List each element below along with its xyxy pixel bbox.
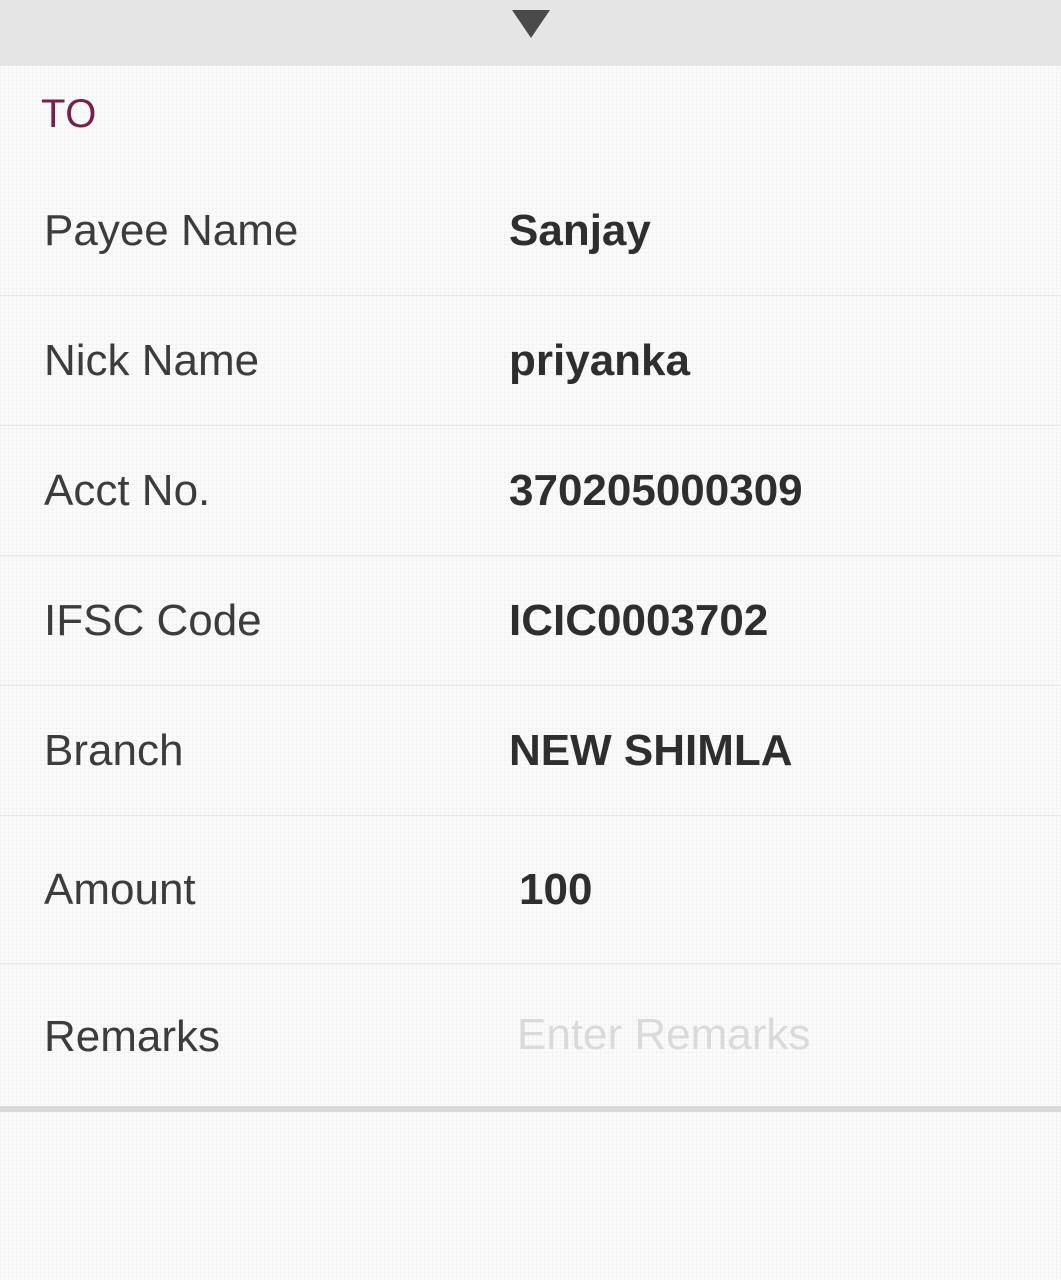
branch-row: Branch NEW SHIMLA [0,686,1061,816]
triangle-down-icon [512,10,550,38]
amount-value: 100 [519,865,593,914]
acct-no-label: Acct No. [44,466,211,515]
branch-label: Branch [44,726,184,775]
nick-name-value: priyanka [509,336,690,385]
remarks-label: Remarks [44,1012,221,1061]
nick-name-label: Nick Name [44,336,260,385]
acct-no-value: 370205000309 [509,466,803,515]
bottom-divider [0,1106,1061,1112]
remarks-input[interactable] [517,1010,1017,1060]
ifsc-code-label: IFSC Code [44,596,262,645]
amount-label: Amount [44,865,196,914]
transfer-details: Payee Name Sanjay Nick Name priyanka Acc… [0,166,1061,1107]
ifsc-code-row: IFSC Code ICIC0003702 [0,556,1061,686]
payee-name-row: Payee Name Sanjay [0,166,1061,296]
remarks-row: Remarks [0,964,1061,1107]
top-bar [0,0,1061,66]
branch-value: NEW SHIMLA [509,726,793,775]
acct-no-row: Acct No. 370205000309 [0,426,1061,556]
payee-name-label: Payee Name [44,206,299,255]
nick-name-row: Nick Name priyanka [0,296,1061,426]
section-title: TO [41,92,97,136]
collapse-toggle[interactable] [511,9,551,39]
payee-name-value: Sanjay [509,206,651,255]
ifsc-code-value: ICIC0003702 [509,596,769,645]
amount-row: Amount 100 [0,816,1061,964]
